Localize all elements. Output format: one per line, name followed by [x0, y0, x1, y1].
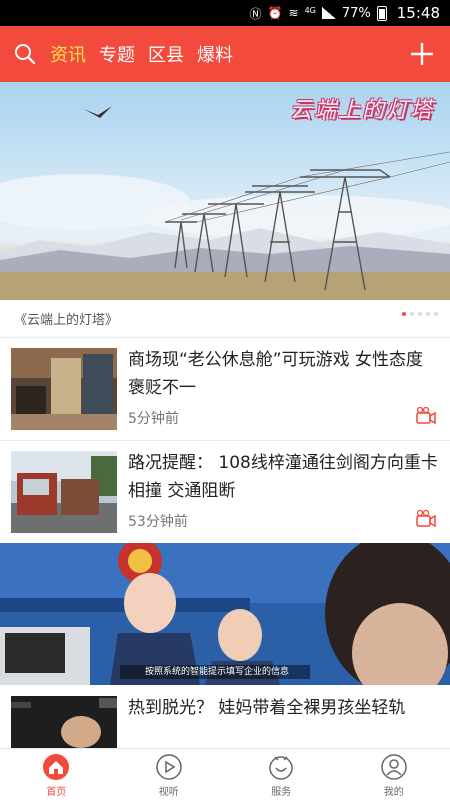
carousel-dot [410, 312, 414, 316]
service-icon [269, 756, 293, 780]
nav-home-label: 首页 [46, 787, 67, 798]
banner-caption-row: 《云端上的灯塔》 [0, 300, 450, 338]
play-icon [156, 754, 182, 780]
news-item[interactable]: 商场现“老公休息舱”可玩游戏 女性态度褒贬不一 5分钟前 [0, 338, 450, 441]
carousel-dot [426, 312, 430, 316]
carousel-indicator [402, 312, 438, 316]
battery-icon [376, 5, 387, 21]
carousel-dot [418, 312, 422, 316]
video-icon [416, 509, 436, 527]
nav-media[interactable]: 视听 [113, 749, 226, 800]
top-header: 资讯 专题 区县 爆料 [0, 26, 450, 82]
alarm-icon: ⏰ [267, 6, 283, 20]
news-item[interactable]: 热到脱光？ 娃妈带着全裸男孩坐轻轨 [0, 686, 450, 748]
nav-service-label: 服务 [271, 787, 292, 798]
signal-icon [321, 7, 336, 19]
nav-profile[interactable]: 我的 [338, 749, 450, 800]
user-icon [381, 754, 407, 780]
news-time: 5分钟前 [128, 411, 179, 427]
wifi-icon: ≋ [288, 6, 299, 20]
news-thumbnail [11, 348, 117, 430]
search-button[interactable] [0, 26, 50, 82]
add-channel-button[interactable] [406, 38, 438, 70]
carousel-dot [402, 312, 406, 316]
network-type: 4G [304, 5, 316, 15]
tab-districts[interactable]: 区县 [148, 41, 184, 67]
channel-tabs: 资讯 专题 区县 爆料 [50, 41, 233, 67]
video-subtitle: 按照系统的智能提示填写企业的信息 [144, 667, 289, 677]
bottom-nav: 首页 视听 服务 我的 [0, 748, 450, 800]
banner-carousel[interactable]: 云端上的灯塔 [0, 82, 450, 300]
tab-news[interactable]: 资讯 [50, 41, 86, 67]
banner-overlay-title: 云端上的灯塔 [289, 98, 434, 123]
battery-percent: 77% [341, 5, 371, 21]
plus-icon [411, 43, 433, 65]
nav-profile-label: 我的 [383, 787, 404, 798]
tab-topics[interactable]: 专题 [99, 41, 135, 67]
clock: 15:48 [396, 4, 440, 22]
video-icon [416, 406, 436, 424]
nav-service[interactable]: 服务 [225, 749, 338, 800]
status-bar: Ⓝ ⏰ ≋ 4G 77% 15:48 [0, 0, 450, 26]
news-title: 路况提醒： 108线梓潼通往剑阁方向重卡相撞 交通阻断 [128, 453, 438, 501]
news-title: 商场现“老公休息舱”可玩游戏 女性态度褒贬不一 [128, 350, 424, 398]
news-time: 53分钟前 [128, 514, 188, 530]
nav-home[interactable]: 首页 [0, 749, 113, 800]
news-thumbnail [11, 451, 117, 533]
nav-media-label: 视听 [158, 787, 179, 798]
video-card[interactable]: 按照系统的智能提示填写企业的信息 [0, 543, 450, 685]
banner-caption: 《云端上的灯塔》 [14, 313, 119, 328]
news-title: 热到脱光？ 娃妈带着全裸男孩坐轻轨 [128, 698, 406, 718]
news-item[interactable]: 路况提醒： 108线梓潼通往剑阁方向重卡相撞 交通阻断 53分钟前 [0, 441, 450, 544]
search-icon [15, 44, 36, 65]
tab-tipoff[interactable]: 爆料 [197, 41, 233, 67]
carousel-dot [434, 312, 438, 316]
video-card-image [0, 543, 450, 685]
home-icon [43, 754, 70, 780]
nfc-icon: Ⓝ [249, 6, 262, 21]
news-thumbnail [11, 696, 117, 748]
